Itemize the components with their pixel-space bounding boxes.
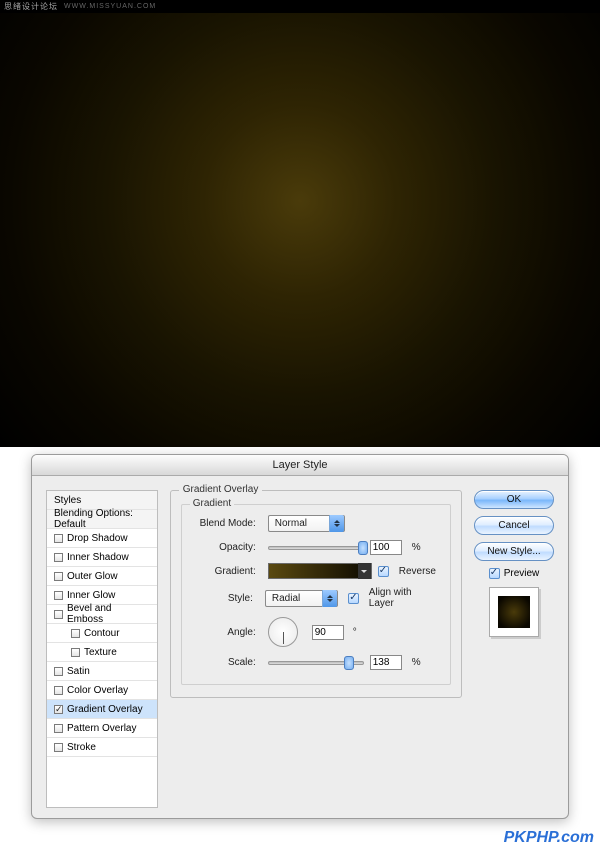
style-select[interactable]: Radial xyxy=(265,590,338,607)
checkbox-icon[interactable] xyxy=(54,743,63,752)
checkbox-icon[interactable] xyxy=(54,553,63,562)
preview-label: Preview xyxy=(504,568,540,579)
sidebar-item-drop-shadow[interactable]: Drop Shadow xyxy=(47,529,157,548)
scale-label: Scale: xyxy=(196,657,262,668)
sidebar-item-inner-shadow[interactable]: Inner Shadow xyxy=(47,548,157,567)
sidebar-item-contour[interactable]: Contour xyxy=(47,624,157,643)
inner-group-title: Gradient xyxy=(190,498,234,509)
angle-input[interactable] xyxy=(312,625,344,640)
sidebar-header-blending[interactable]: Blending Options: Default xyxy=(47,510,157,529)
gradient-label: Gradient: xyxy=(196,566,262,577)
scale-input[interactable] xyxy=(370,655,402,670)
blend-mode-label: Blend Mode: xyxy=(196,518,262,529)
chevron-updown-icon xyxy=(322,590,337,607)
watermark-url: WWW.MISSYUAN.COM xyxy=(64,3,156,10)
checkbox-icon[interactable] xyxy=(54,610,63,619)
chevron-down-icon xyxy=(358,563,371,579)
degree-label: ° xyxy=(353,627,357,638)
checkbox-icon[interactable] xyxy=(54,724,63,733)
opacity-input[interactable] xyxy=(370,540,402,555)
page-watermark: PKPHP.com xyxy=(504,829,594,847)
align-layer-checkbox[interactable] xyxy=(348,593,359,604)
percent-label: % xyxy=(412,657,421,668)
checkbox-icon[interactable] xyxy=(54,534,63,543)
opacity-slider[interactable] xyxy=(268,546,364,550)
checkbox-icon[interactable] xyxy=(54,705,63,714)
gradient-swatch[interactable] xyxy=(268,563,372,579)
sidebar-item-gradient-overlay[interactable]: Gradient Overlay xyxy=(47,700,157,719)
checkbox-icon[interactable] xyxy=(71,648,80,657)
reverse-label: Reverse xyxy=(399,566,436,577)
dialog-title: Layer Style xyxy=(32,455,568,476)
group-title: Gradient Overlay xyxy=(179,484,263,495)
opacity-label: Opacity: xyxy=(196,542,262,553)
preview-thumbnail xyxy=(489,587,539,637)
sidebar-item-outer-glow[interactable]: Outer Glow xyxy=(47,567,157,586)
style-label: Style: xyxy=(196,593,259,604)
checkbox-icon[interactable] xyxy=(54,686,63,695)
new-style-button[interactable]: New Style... xyxy=(474,542,554,561)
gradient-inner-group: Gradient Blend Mode: Normal Opacity: xyxy=(181,504,451,685)
chevron-updown-icon xyxy=(329,515,344,532)
sidebar-item-texture[interactable]: Texture xyxy=(47,643,157,662)
sidebar-item-color-overlay[interactable]: Color Overlay xyxy=(47,681,157,700)
cancel-button[interactable]: Cancel xyxy=(474,516,554,535)
sidebar-item-pattern-overlay[interactable]: Pattern Overlay xyxy=(47,719,157,738)
document-canvas xyxy=(0,0,600,447)
slider-thumb-icon[interactable] xyxy=(344,656,354,670)
angle-dial[interactable] xyxy=(268,617,298,647)
angle-label: Angle: xyxy=(196,627,262,638)
preview-checkbox[interactable] xyxy=(489,568,500,579)
checkbox-icon[interactable] xyxy=(71,629,80,638)
sidebar-item-stroke[interactable]: Stroke xyxy=(47,738,157,757)
sidebar-item-bevel-emboss[interactable]: Bevel and Emboss xyxy=(47,605,157,624)
watermark-cn: 思绪设计论坛 xyxy=(4,1,58,12)
checkbox-icon[interactable] xyxy=(54,572,63,581)
align-layer-label: Align with Layer xyxy=(369,587,436,609)
gradient-overlay-group: Gradient Overlay Gradient Blend Mode: No… xyxy=(170,490,462,698)
layer-style-dialog: Layer Style Styles Blending Options: Def… xyxy=(31,454,569,819)
slider-thumb-icon[interactable] xyxy=(358,541,368,555)
percent-label: % xyxy=(412,542,421,553)
checkbox-icon[interactable] xyxy=(54,591,63,600)
preview-toggle-row: Preview xyxy=(489,568,540,579)
checkbox-icon[interactable] xyxy=(54,667,63,676)
scale-slider[interactable] xyxy=(268,661,364,665)
sidebar-item-satin[interactable]: Satin xyxy=(47,662,157,681)
preview-swatch-icon xyxy=(498,596,530,628)
reverse-checkbox[interactable] xyxy=(378,566,389,577)
styles-sidebar: Styles Blending Options: Default Drop Sh… xyxy=(46,490,158,808)
ok-button[interactable]: OK xyxy=(474,490,554,509)
blend-mode-select[interactable]: Normal xyxy=(268,515,345,532)
source-watermark-bar: 思绪设计论坛 WWW.MISSYUAN.COM xyxy=(0,0,600,13)
